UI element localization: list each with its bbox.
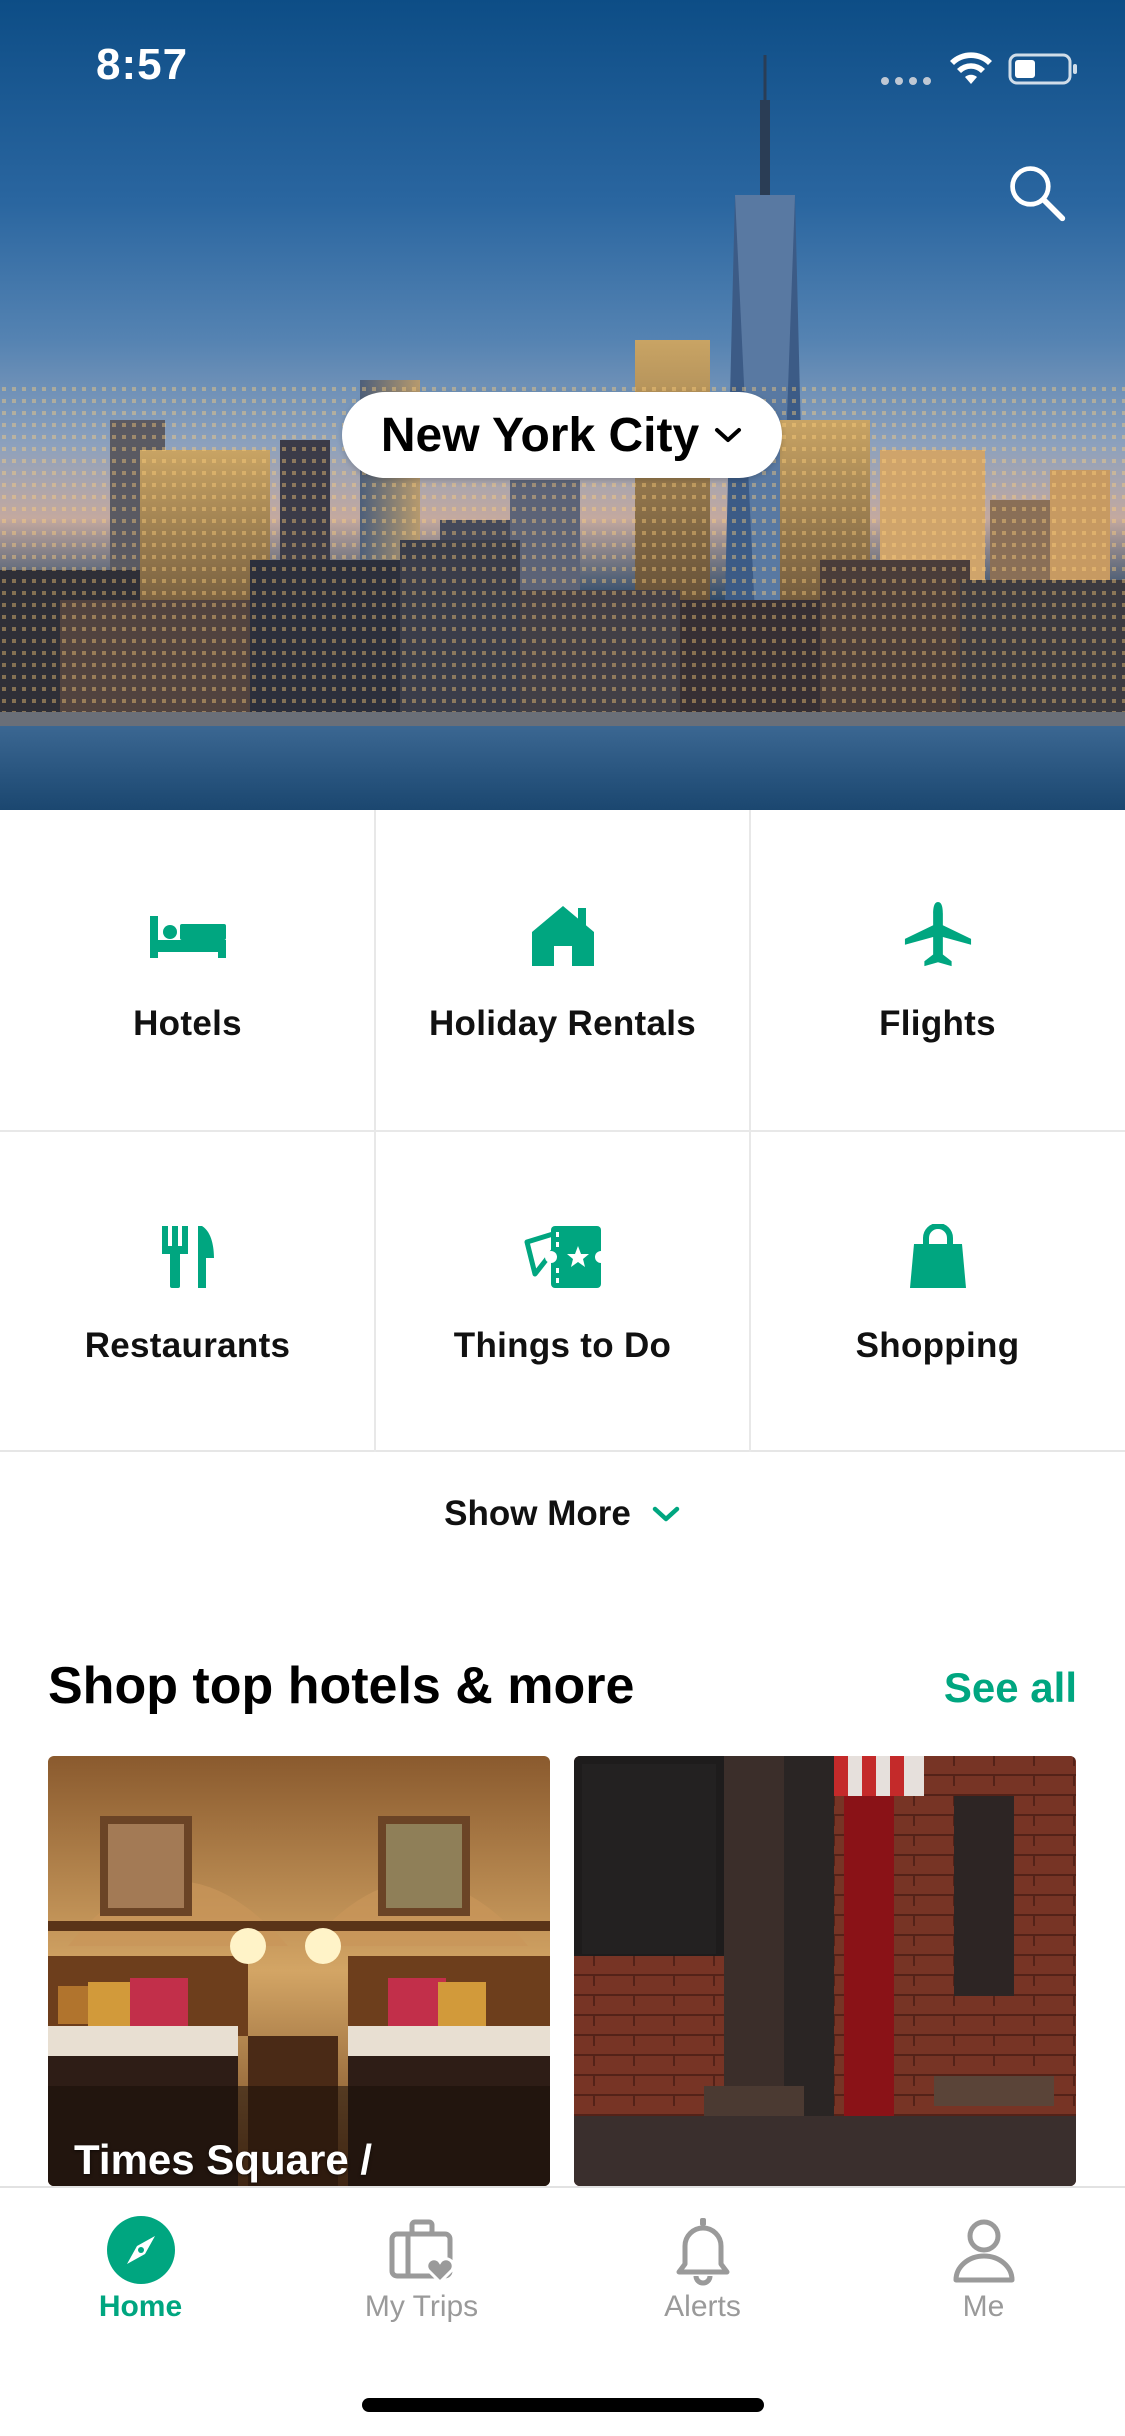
category-label: Shopping xyxy=(855,1326,1020,1365)
ticket-icon xyxy=(523,1224,603,1290)
category-label: Flights xyxy=(879,1004,996,1043)
tab-my-trips[interactable]: My Trips xyxy=(281,2188,562,2338)
category-label: Restaurants xyxy=(84,1326,291,1365)
status-time: 8:57 xyxy=(96,40,189,89)
search-button[interactable] xyxy=(1004,160,1070,226)
category-label: Holiday Rentals xyxy=(428,1004,697,1043)
status-bar: 8:57 xyxy=(0,0,1125,132)
show-more-label: Show More xyxy=(444,1494,631,1533)
category-grid: Hotels Holiday Rentals Flights Restauran… xyxy=(0,810,1125,1452)
see-all-link[interactable]: See all xyxy=(944,1664,1077,1712)
tab-me[interactable]: Me xyxy=(843,2188,1124,2338)
signal-dots-icon xyxy=(881,77,931,85)
tab-label: Alerts xyxy=(664,2290,741,2323)
fork-knife-icon xyxy=(148,1224,228,1290)
category-flights[interactable]: Flights xyxy=(750,810,1125,1130)
home-indicator xyxy=(362,2398,764,2412)
chevron-down-icon xyxy=(652,1506,680,1522)
hero-banner: 8:57 New York City xyxy=(0,0,1125,810)
plane-icon xyxy=(898,901,978,968)
tab-alerts[interactable]: Alerts xyxy=(562,2188,843,2338)
wifi-icon xyxy=(950,52,992,84)
shopping-bag-icon xyxy=(898,1224,978,1290)
section-title: Shop top hotels & more xyxy=(48,1657,635,1715)
tab-home[interactable]: Home xyxy=(0,2188,281,2338)
category-restaurants[interactable]: Restaurants xyxy=(0,1132,375,1452)
house-icon xyxy=(523,902,603,968)
compass-icon xyxy=(105,2214,177,2286)
category-label: Hotels xyxy=(133,1004,242,1043)
tab-label: Home xyxy=(98,2290,183,2323)
category-things-to-do[interactable]: Things to Do xyxy=(375,1132,750,1452)
category-label: Things to Do xyxy=(453,1326,672,1365)
show-more-button[interactable]: Show More xyxy=(0,1454,1125,1574)
search-icon xyxy=(1010,166,1066,222)
hotel-exterior-photo xyxy=(574,1756,1076,2186)
bell-icon xyxy=(667,2214,739,2286)
person-icon xyxy=(948,2214,1020,2286)
city-name: New York City xyxy=(380,408,700,462)
category-shopping[interactable]: Shopping xyxy=(750,1132,1125,1452)
category-hotels[interactable]: Hotels xyxy=(0,810,375,1130)
city-selector[interactable]: New York City xyxy=(342,392,782,478)
hotel-card[interactable]: Times Square / xyxy=(48,1756,550,2186)
battery-icon xyxy=(1008,53,1077,85)
bed-icon xyxy=(148,902,228,968)
category-holiday-rentals[interactable]: Holiday Rentals xyxy=(375,810,750,1130)
hotel-card[interactable] xyxy=(574,1756,1076,2186)
chevron-down-icon xyxy=(715,428,742,442)
suitcase-heart-icon xyxy=(386,2214,458,2286)
hotel-room-photo xyxy=(48,1756,550,2186)
tab-label: My Trips xyxy=(364,2290,479,2323)
card-title: Times Square / xyxy=(74,2136,373,2183)
tab-label: Me xyxy=(962,2290,1005,2323)
